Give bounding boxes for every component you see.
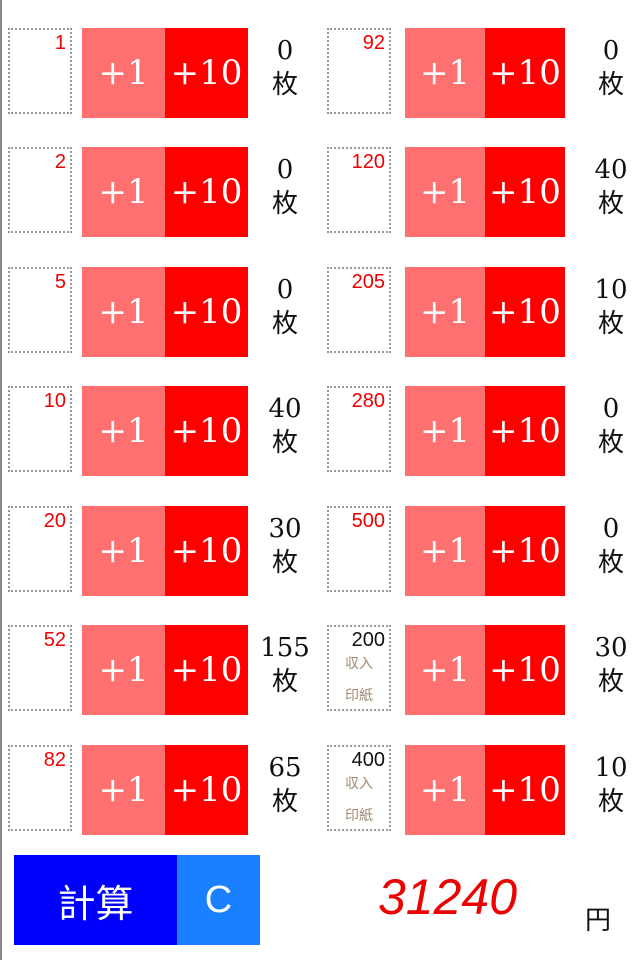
add-10-button[interactable]: +10 [485, 147, 565, 237]
stamp-image: 205 [327, 267, 391, 353]
stamp-image: 120 [327, 147, 391, 233]
stamp-count: 0枚 [585, 34, 637, 102]
add-1-button[interactable]: +1 [405, 28, 485, 118]
add-1-button[interactable]: +1 [405, 625, 485, 715]
add-1-button[interactable]: +1 [405, 745, 485, 835]
unit-label: 枚 [597, 667, 624, 697]
add-10-button[interactable]: +10 [485, 267, 565, 357]
clear-button[interactable]: C [177, 855, 260, 945]
unit-label: 枚 [597, 309, 624, 339]
stamp-denomination: 200 [351, 629, 385, 651]
stamp-count: 10 枚 [585, 751, 637, 819]
add-10-button[interactable]: +10 [485, 28, 565, 118]
stamp-image: 280 [327, 386, 391, 472]
stamp-image: 200 収入 印紙 [327, 625, 391, 711]
stamp-count: 0枚 [585, 392, 637, 460]
stamp-denomination: 92 [362, 32, 385, 54]
stamp-row: 92 +1 +10 0枚 [0, 28, 640, 118]
add-1-button[interactable]: +1 [405, 506, 485, 596]
add-10-button[interactable]: +10 [485, 506, 565, 596]
add-1-button[interactable]: +1 [405, 267, 485, 357]
count-value: 40 [594, 155, 628, 185]
stamp-denomination: 500 [351, 510, 385, 532]
stamp-denomination: 205 [351, 271, 385, 293]
count-value: 10 [594, 275, 628, 305]
unit-label: 枚 [597, 428, 624, 458]
stamp-count: 40 枚 [585, 153, 637, 221]
stamp-denomination: 120 [351, 151, 385, 173]
count-value: 10 [594, 753, 628, 783]
stamp-denomination: 280 [351, 390, 385, 412]
stamp-row: 400 収入 印紙 +1 +10 10 枚 [0, 745, 640, 835]
revenue-stamp-label: 印紙 [345, 688, 373, 704]
count-value: 0 [602, 514, 620, 544]
revenue-stamp-label: 収入 [345, 776, 373, 792]
stamp-row: 205 +1 +10 10 枚 [0, 267, 640, 357]
stamp-row: 500 +1 +10 0枚 [0, 506, 640, 596]
stamp-count: 0枚 [585, 512, 637, 580]
stamp-row: 200 収入 印紙 +1 +10 30 枚 [0, 625, 640, 715]
count-value: 30 [594, 633, 628, 663]
stamp-image: 400 収入 印紙 [327, 745, 391, 831]
add-1-button[interactable]: +1 [405, 386, 485, 476]
revenue-stamp-label: 収入 [345, 656, 373, 672]
count-value: 0 [602, 394, 620, 424]
add-10-button[interactable]: +10 [485, 386, 565, 476]
unit-label: 枚 [597, 548, 624, 578]
stamp-denomination: 400 [351, 749, 385, 771]
total-amount: 31240 [377, 869, 518, 925]
add-1-button[interactable]: +1 [405, 147, 485, 237]
add-10-button[interactable]: +10 [485, 745, 565, 835]
unit-label: 枚 [597, 70, 624, 100]
stamp-image: 92 [327, 28, 391, 114]
count-value: 0 [602, 36, 620, 66]
stamp-count: 10 枚 [585, 273, 637, 341]
unit-label: 枚 [597, 189, 624, 219]
add-10-button[interactable]: +10 [485, 625, 565, 715]
unit-label: 枚 [597, 787, 624, 817]
stamp-count: 30 枚 [585, 631, 637, 699]
revenue-stamp-label: 印紙 [345, 808, 373, 824]
currency-label: 円 [585, 906, 612, 936]
stamp-row: 280 +1 +10 0枚 [0, 386, 640, 476]
calculate-button[interactable]: 計算 [14, 855, 177, 945]
stamp-image: 500 [327, 506, 391, 592]
stamp-row: 120 +1 +10 40 枚 [0, 147, 640, 237]
